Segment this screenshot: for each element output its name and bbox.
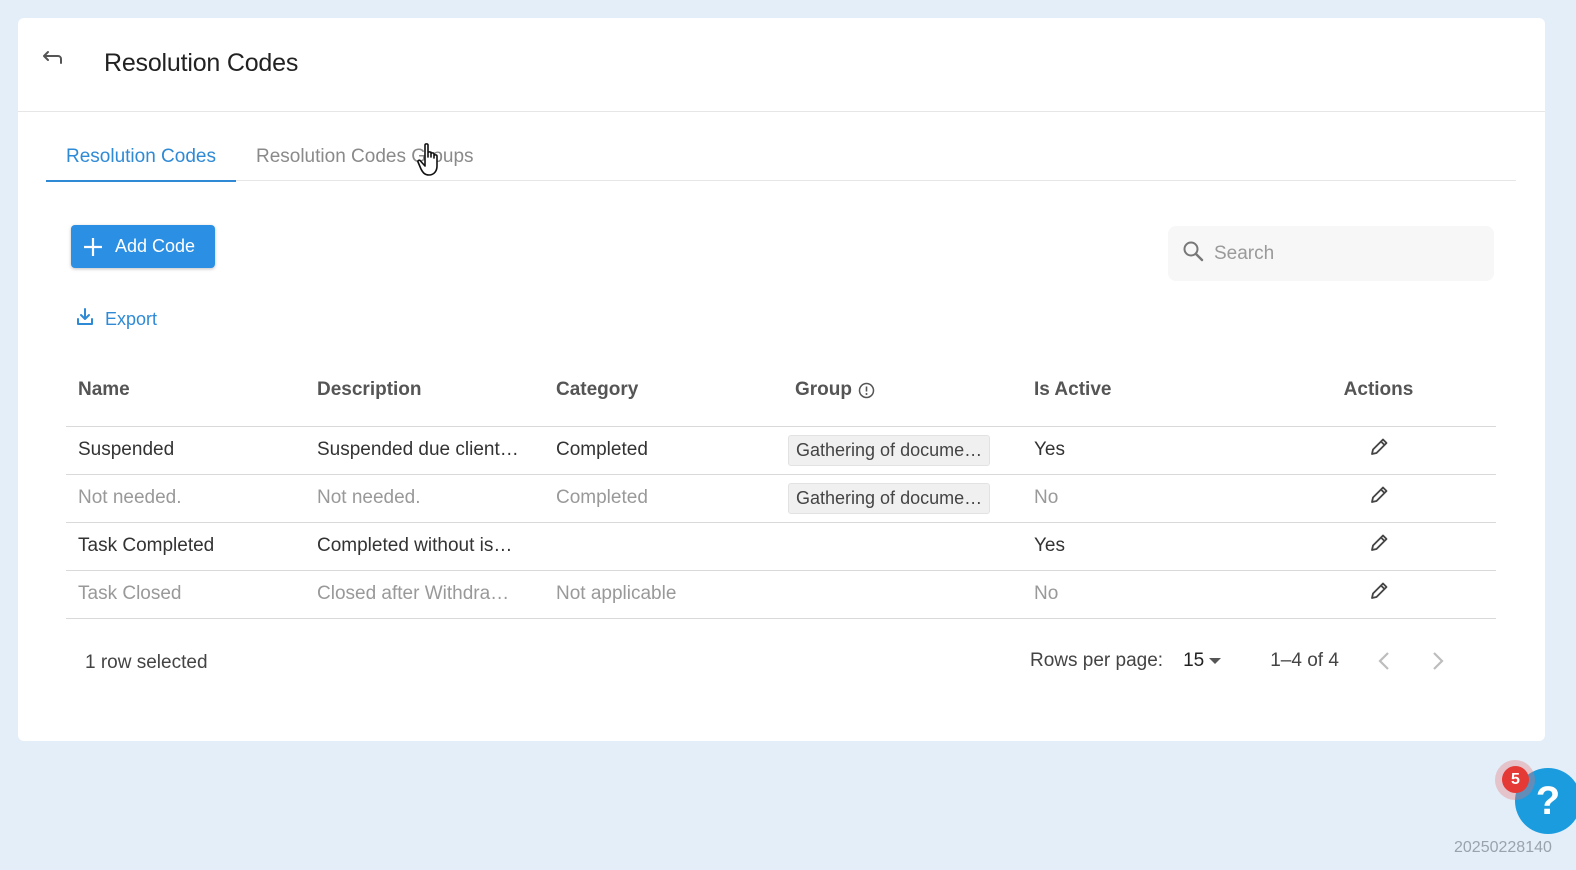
table-row[interactable]: Task Completed Completed without is… Yes <box>66 522 1496 571</box>
group-chip: Gathering of docume… <box>788 434 991 466</box>
edit-pencil-icon[interactable] <box>1368 484 1390 506</box>
page-header: Resolution Codes <box>18 18 1545 112</box>
search-icon <box>1182 240 1204 267</box>
cell-category: Completed <box>544 474 783 523</box>
export-button[interactable]: Export <box>75 307 157 332</box>
cell-description: Not needed. <box>305 474 544 523</box>
resolution-codes-table: Name Description Category Group Is Activ… <box>66 355 1496 619</box>
rows-per-page-label: Rows per page: <box>1030 650 1164 671</box>
cell-category: Completed <box>544 426 783 475</box>
export-label: Export <box>105 309 158 329</box>
cell-group: Gathering of docume… <box>783 474 1022 523</box>
column-header-is-active[interactable]: Is Active <box>1022 355 1261 427</box>
cell-actions <box>1261 474 1496 523</box>
rows-per-page-select[interactable]: 15 <box>1183 650 1222 672</box>
edit-pencil-icon[interactable] <box>1368 532 1390 554</box>
cell-group <box>783 570 1022 619</box>
table-row[interactable]: Task Closed Closed after Withdra… Not ap… <box>66 570 1496 619</box>
column-header-description[interactable]: Description <box>305 355 544 427</box>
add-code-label: Add Code <box>115 236 196 256</box>
cell-name: Task Closed <box>66 570 305 619</box>
cell-name: Task Completed <box>66 522 305 571</box>
selection-count: 1 row selected <box>85 652 208 673</box>
edit-pencil-icon[interactable] <box>1368 436 1390 458</box>
cell-group: Gathering of docume… <box>783 426 1022 475</box>
download-icon <box>75 307 95 332</box>
back-arrow-icon <box>40 50 64 75</box>
main-card: Resolution Codes Resolution Codes Resolu… <box>18 18 1545 741</box>
chevron-right-icon <box>1431 650 1445 672</box>
chevron-left-icon <box>1377 650 1391 672</box>
tab-resolution-codes[interactable]: Resolution Codes <box>46 132 236 182</box>
add-code-button[interactable]: Add Code <box>71 225 215 268</box>
page-range: 1–4 of 4 <box>1270 650 1339 671</box>
info-icon[interactable] <box>858 382 875 399</box>
column-header-group[interactable]: Group <box>783 355 1022 427</box>
tab-bar: Resolution Codes Resolution Codes Groups <box>46 132 1516 182</box>
dropdown-caret-icon <box>1208 656 1222 666</box>
cell-group <box>783 522 1022 571</box>
cell-description: Completed without is… <box>305 522 544 571</box>
cell-actions <box>1261 426 1496 475</box>
next-page-button[interactable] <box>1431 650 1445 672</box>
search-input[interactable] <box>1214 242 1474 265</box>
cell-description: Suspended due client… <box>305 426 544 475</box>
cell-name: Suspended <box>66 426 305 475</box>
table-row[interactable]: Not needed. Not needed. Completed Gather… <box>66 474 1496 523</box>
cell-actions <box>1261 570 1496 619</box>
previous-page-button[interactable] <box>1377 650 1391 672</box>
cell-description: Closed after Withdra… <box>305 570 544 619</box>
column-header-group-label: Group <box>795 379 852 401</box>
build-id: 20250228140 <box>1454 839 1552 856</box>
cell-name: Not needed. <box>66 474 305 523</box>
cell-category: Not applicable <box>544 570 783 619</box>
rows-per-page-value: 15 <box>1183 650 1205 671</box>
column-header-actions: Actions <box>1261 355 1496 427</box>
cell-is-active: Yes <box>1022 426 1261 475</box>
notification-badge: 5 <box>1502 766 1529 793</box>
cell-actions <box>1261 522 1496 571</box>
table-header-row: Name Description Category Group Is Activ… <box>66 355 1496 427</box>
table-row[interactable]: Suspended Suspended due client… Complete… <box>66 426 1496 475</box>
group-chip: Gathering of docume… <box>788 482 991 514</box>
cell-is-active: No <box>1022 570 1261 619</box>
edit-pencil-icon[interactable] <box>1368 580 1390 602</box>
cell-is-active: No <box>1022 474 1261 523</box>
page-title: Resolution Codes <box>104 49 299 77</box>
cell-is-active: Yes <box>1022 522 1261 571</box>
plus-icon <box>83 237 103 257</box>
back-button[interactable] <box>38 48 66 76</box>
tab-resolution-codes-groups[interactable]: Resolution Codes Groups <box>236 132 494 181</box>
column-header-category[interactable]: Category <box>544 355 783 427</box>
column-header-name[interactable]: Name <box>66 355 305 427</box>
question-mark-icon: ? <box>1535 778 1561 823</box>
pagination: Rows per page: 15 1–4 of 4 <box>1030 650 1445 672</box>
search-box[interactable] <box>1168 226 1494 281</box>
cell-category <box>544 522 783 571</box>
